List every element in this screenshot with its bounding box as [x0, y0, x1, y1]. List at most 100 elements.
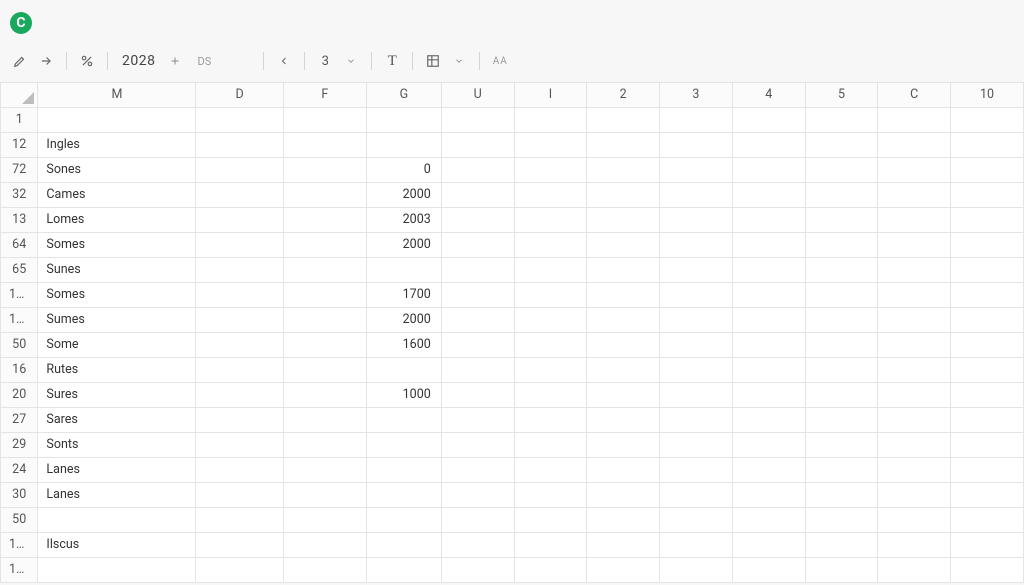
cell[interactable] [587, 282, 660, 307]
cell[interactable] [514, 207, 587, 232]
cell[interactable] [283, 332, 366, 357]
row-header[interactable]: 16 [1, 357, 38, 382]
row-header[interactable]: 130 [1, 532, 38, 557]
cell[interactable] [366, 457, 441, 482]
cell[interactable] [196, 507, 283, 532]
col-header[interactable]: C [878, 83, 951, 107]
cell[interactable] [283, 232, 366, 257]
cell[interactable] [805, 532, 878, 557]
cell[interactable] [283, 357, 366, 382]
cell[interactable] [514, 332, 587, 357]
cell[interactable] [660, 232, 733, 257]
table-row[interactable]: 30Lanes [1, 482, 1024, 507]
cell[interactable] [514, 482, 587, 507]
cell[interactable] [514, 557, 587, 582]
cell[interactable] [196, 307, 283, 332]
cell[interactable] [878, 207, 951, 232]
table-row[interactable]: 65Sunes [1, 257, 1024, 282]
cell[interactable] [283, 157, 366, 182]
cell[interactable] [878, 232, 951, 257]
table-row[interactable]: 13Lomes2003 [1, 207, 1024, 232]
cell[interactable] [441, 282, 514, 307]
cell[interactable] [878, 507, 951, 532]
cell[interactable]: Rutes [38, 357, 196, 382]
cell[interactable] [196, 532, 283, 557]
cell[interactable] [587, 557, 660, 582]
cell[interactable] [587, 132, 660, 157]
cell[interactable] [951, 382, 1024, 407]
row-header[interactable]: 50 [1, 507, 38, 532]
cell[interactable] [283, 482, 366, 507]
cell[interactable]: Sones [38, 157, 196, 182]
cell[interactable] [878, 282, 951, 307]
cell[interactable]: Somes [38, 232, 196, 257]
cell[interactable] [660, 432, 733, 457]
cell[interactable] [732, 407, 805, 432]
cell[interactable] [878, 157, 951, 182]
cell[interactable] [805, 482, 878, 507]
cell[interactable] [732, 532, 805, 557]
cell[interactable] [951, 532, 1024, 557]
cell[interactable] [878, 357, 951, 382]
col-header[interactable]: I [514, 83, 587, 107]
cell[interactable] [366, 257, 441, 282]
col-header[interactable]: 3 [660, 83, 733, 107]
col-header[interactable]: M [38, 83, 196, 107]
cell[interactable] [951, 557, 1024, 582]
cell[interactable] [366, 532, 441, 557]
redo-icon[interactable] [36, 50, 56, 72]
cell[interactable] [38, 107, 196, 132]
cell[interactable] [514, 457, 587, 482]
cell[interactable] [660, 207, 733, 232]
cell[interactable] [196, 157, 283, 182]
cell[interactable] [732, 257, 805, 282]
cell[interactable] [283, 507, 366, 532]
cell[interactable] [951, 282, 1024, 307]
cell[interactable] [283, 557, 366, 582]
cell[interactable] [196, 232, 283, 257]
cell[interactable] [732, 507, 805, 532]
cell[interactable] [951, 157, 1024, 182]
cell[interactable] [732, 432, 805, 457]
cell[interactable] [805, 307, 878, 332]
cell[interactable] [441, 232, 514, 257]
cell[interactable] [441, 557, 514, 582]
cell[interactable] [805, 382, 878, 407]
cell[interactable] [660, 532, 733, 557]
cell[interactable] [732, 307, 805, 332]
row-header[interactable]: 29 [1, 432, 38, 457]
col-header[interactable]: G [366, 83, 441, 107]
cell[interactable] [805, 207, 878, 232]
cell[interactable]: Sures [38, 382, 196, 407]
row-header[interactable]: 65 [1, 257, 38, 282]
cell[interactable] [283, 382, 366, 407]
cell[interactable] [587, 457, 660, 482]
cell[interactable] [732, 107, 805, 132]
table-icon[interactable] [423, 50, 443, 72]
cell[interactable] [366, 107, 441, 132]
row-header[interactable]: 30 [1, 482, 38, 507]
table-row[interactable]: 32Cames2000 [1, 182, 1024, 207]
cell[interactable] [805, 457, 878, 482]
cell[interactable] [283, 207, 366, 232]
cell[interactable]: Somes [38, 282, 196, 307]
cell[interactable] [196, 382, 283, 407]
cell[interactable] [732, 207, 805, 232]
row-header[interactable]: 32 [1, 182, 38, 207]
cell[interactable]: 1000 [366, 382, 441, 407]
cell[interactable] [283, 307, 366, 332]
cell[interactable]: 1700 [366, 282, 441, 307]
cell[interactable] [196, 132, 283, 157]
cell[interactable] [196, 207, 283, 232]
cell[interactable] [366, 357, 441, 382]
row-header[interactable]: 20 [1, 382, 38, 407]
cell[interactable] [878, 307, 951, 332]
cell[interactable] [951, 257, 1024, 282]
cell[interactable] [805, 507, 878, 532]
spreadsheet[interactable]: M D F G U I 2 3 4 5 C 10 112Ingles72Sone… [0, 82, 1024, 583]
cell[interactable] [951, 507, 1024, 532]
grid[interactable]: M D F G U I 2 3 4 5 C 10 112Ingles72Sone… [0, 83, 1024, 583]
cell[interactable]: Sonts [38, 432, 196, 457]
table-row[interactable]: 16Rutes [1, 357, 1024, 382]
cell[interactable] [283, 182, 366, 207]
